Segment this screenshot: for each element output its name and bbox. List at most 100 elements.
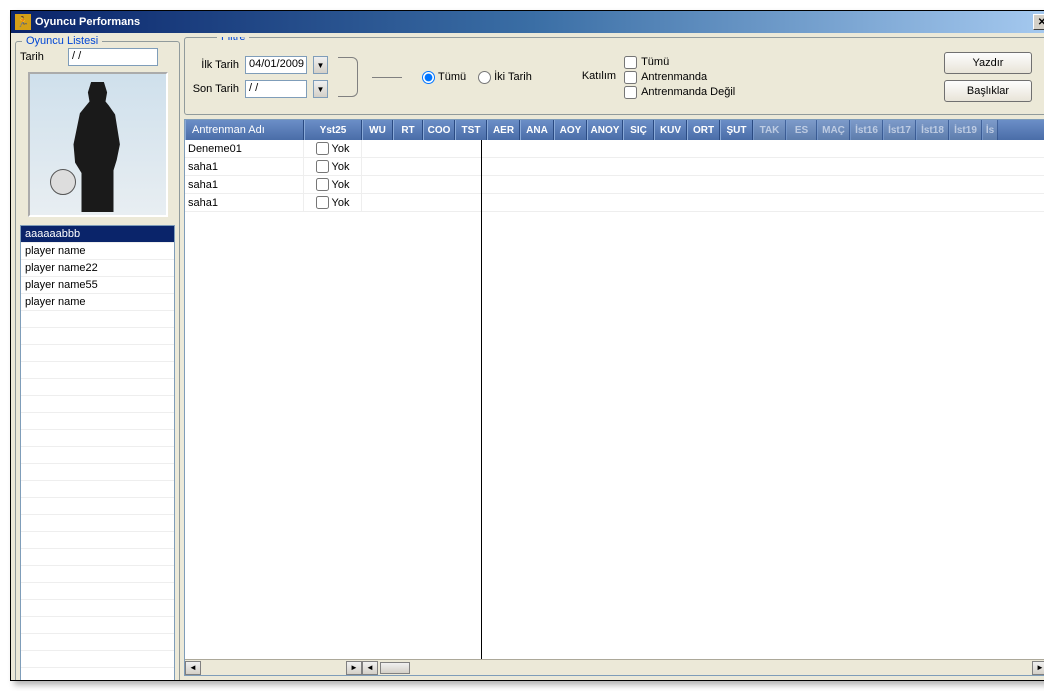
date-row: Tarih / / xyxy=(20,48,175,66)
player-item-empty xyxy=(21,464,174,481)
column-header[interactable]: ANA xyxy=(520,120,554,140)
column-header[interactable]: ORT xyxy=(687,120,720,140)
column-header[interactable]: TST xyxy=(455,120,487,140)
column-header[interactable]: MAÇ xyxy=(817,120,850,140)
yst25-cell[interactable]: Yok xyxy=(304,140,362,157)
player-item[interactable]: player name22 xyxy=(21,260,174,277)
ilk-tarih-dropdown-icon[interactable]: ▼ xyxy=(313,56,328,74)
window-title: Oyuncu Performans xyxy=(35,16,1033,28)
column-header[interactable]: KUV xyxy=(654,120,687,140)
column-header[interactable]: İst17 xyxy=(883,120,916,140)
son-tarih-dropdown-icon[interactable]: ▼ xyxy=(313,80,328,98)
yst25-value: Yok xyxy=(332,179,350,191)
filter-title: Filtre xyxy=(217,37,249,43)
player-item-empty xyxy=(21,447,174,464)
yst25-value: Yok xyxy=(332,143,350,155)
player-item-empty xyxy=(21,379,174,396)
scroll-left-seg2-icon[interactable]: ◄ xyxy=(362,661,378,675)
yst25-checkbox[interactable] xyxy=(316,160,329,173)
column-header[interactable]: ES xyxy=(786,120,817,140)
column-header[interactable]: ŞUT xyxy=(720,120,753,140)
scroll-left-icon[interactable]: ◄ xyxy=(185,661,201,675)
player-item-empty xyxy=(21,430,174,447)
chk-antrenmanda-degil-label: Antrenmanda Değil xyxy=(641,86,735,98)
son-tarih-input[interactable]: / / xyxy=(245,80,307,98)
player-item[interactable]: player name xyxy=(21,243,174,260)
yst25-checkbox[interactable] xyxy=(316,196,329,209)
yst25-checkbox[interactable] xyxy=(316,178,329,191)
attendance-group: Katılım Tümü Antrenmanda Antrenmanda Değ… xyxy=(582,56,735,99)
column-header[interactable]: İst18 xyxy=(916,120,949,140)
player-item-empty xyxy=(21,515,174,532)
column-header[interactable]: COO xyxy=(423,120,455,140)
player-item-empty xyxy=(21,345,174,362)
filter-dates: İlk Tarih 04/01/2009▼ Son Tarih / /▼ xyxy=(191,56,328,98)
player-list-group: Oyuncu Listesi Tarih / / aaaaaabbbplayer… xyxy=(15,41,180,680)
column-header[interactable]: İst19 xyxy=(949,120,982,140)
chk-antrenmanda-label: Antrenmanda xyxy=(641,71,707,83)
date-input[interactable]: / / xyxy=(68,48,158,66)
column-header[interactable]: AER xyxy=(487,120,520,140)
column-header[interactable]: SIÇ xyxy=(623,120,654,140)
column-header[interactable]: ANOY xyxy=(587,120,623,140)
button-column: Yazdır Başlıklar xyxy=(944,52,1042,102)
yst25-checkbox[interactable] xyxy=(316,142,329,155)
ball-icon xyxy=(50,169,76,195)
date-label: Tarih xyxy=(20,51,60,63)
chk-tumu[interactable]: Tümü xyxy=(624,56,735,69)
player-item-empty xyxy=(21,481,174,498)
ilk-tarih-label: İlk Tarih xyxy=(191,59,239,71)
scroll-right-icon[interactable]: ► xyxy=(1032,661,1044,675)
katilim-label: Katılım xyxy=(582,56,616,99)
player-item-empty xyxy=(21,549,174,566)
yst25-cell[interactable]: Yok xyxy=(304,194,362,211)
yst25-cell[interactable]: Yok xyxy=(304,176,362,193)
chk-tumu-label: Tümü xyxy=(641,56,669,68)
yazdir-button[interactable]: Yazdır xyxy=(944,52,1032,74)
player-item[interactable]: player name xyxy=(21,294,174,311)
filter-group: Filtre İlk Tarih 04/01/2009▼ Son Tarih /… xyxy=(184,37,1044,115)
training-name-cell: Deneme01 xyxy=(185,140,304,157)
basliklar-button[interactable]: Başlıklar xyxy=(944,80,1032,102)
column-header[interactable]: Antrenman Adı xyxy=(185,120,304,140)
radio-group: Tümü İki Tarih xyxy=(422,71,532,84)
column-header[interactable]: WU xyxy=(362,120,393,140)
column-header[interactable]: Yst25 xyxy=(304,120,362,140)
ilk-tarih-input[interactable]: 04/01/2009 xyxy=(245,56,307,74)
table-row[interactable]: saha1Yok xyxy=(185,194,1044,212)
close-button[interactable]: ✕ xyxy=(1033,14,1044,30)
player-item[interactable]: player name55 xyxy=(21,277,174,294)
column-header[interactable]: İs xyxy=(982,120,998,140)
player-item-empty xyxy=(21,498,174,515)
radio-tumu[interactable]: Tümü xyxy=(422,71,466,84)
column-header[interactable]: RT xyxy=(393,120,423,140)
player-item-empty xyxy=(21,583,174,600)
grid-header: Antrenman AdıYst25WURTCOOTSTAERANAAOYANO… xyxy=(185,120,1044,140)
table-row[interactable]: Deneme01 Yok xyxy=(185,140,1044,158)
chk-antrenmanda[interactable]: Antrenmanda xyxy=(624,71,735,84)
training-name-cell: saha1 xyxy=(185,194,304,211)
player-list[interactable]: aaaaaabbbplayer nameplayer name22player … xyxy=(20,225,175,680)
column-header[interactable]: TAK xyxy=(753,120,786,140)
radio-iki-tarih[interactable]: İki Tarih xyxy=(478,71,532,84)
chk-antrenmanda-degil[interactable]: Antrenmanda Değil xyxy=(624,86,735,99)
radio-tumu-label: Tümü xyxy=(438,71,466,83)
column-header[interactable]: AOY xyxy=(554,120,587,140)
table-row[interactable]: saha1Yok xyxy=(185,176,1044,194)
training-name-cell: saha1 xyxy=(185,158,304,175)
player-item-empty xyxy=(21,413,174,430)
player-item[interactable]: aaaaaabbb xyxy=(21,226,174,243)
scroll-thumb[interactable] xyxy=(380,662,410,674)
player-list-title: Oyuncu Listesi xyxy=(22,35,102,47)
yst25-cell[interactable]: Yok xyxy=(304,158,362,175)
player-item-empty xyxy=(21,668,174,680)
scrollbar[interactable]: ◄ ► ◄ ► xyxy=(185,659,1044,675)
player-item-empty xyxy=(21,617,174,634)
app-icon: 🏃 xyxy=(15,14,31,30)
tick-icon xyxy=(372,77,402,78)
table-row[interactable]: saha1Yok xyxy=(185,158,1044,176)
grid-body[interactable]: Deneme01Yoksaha1Yoksaha1Yoksaha1Yok xyxy=(185,140,1044,659)
scroll-right-seg1-icon[interactable]: ► xyxy=(346,661,362,675)
column-header[interactable]: İst16 xyxy=(850,120,883,140)
player-item-empty xyxy=(21,600,174,617)
